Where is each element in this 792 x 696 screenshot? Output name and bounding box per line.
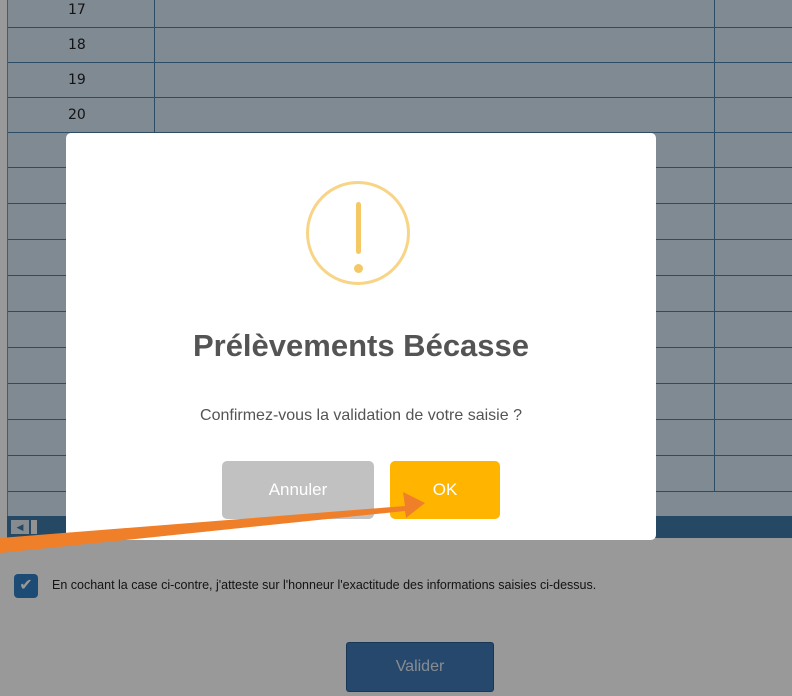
cancel-button[interactable]: Annuler [222,461,374,519]
ok-button[interactable]: OK [390,461,500,519]
warning-exclamation-icon [306,181,410,285]
dialog-message: Confirmez-vous la validation de votre sa… [200,407,522,424]
dialog-title: Prélèvements Bécasse [192,328,530,363]
exclamation-dot [354,264,363,273]
confirmation-dialog: Prélèvements Bécasse Confirmez-vous la v… [66,133,656,540]
exclamation-bar [356,202,361,254]
